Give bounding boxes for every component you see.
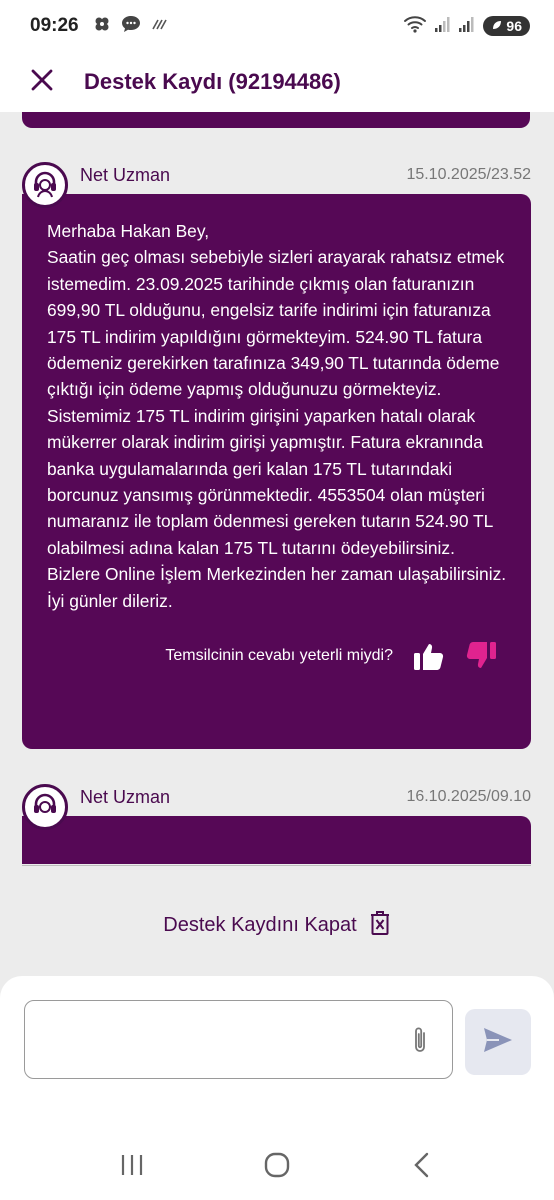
divider xyxy=(22,865,531,866)
sender-name: Net Uzman xyxy=(80,786,171,807)
thumbs-down-icon xyxy=(466,642,496,669)
battery-indicator: 96 xyxy=(483,16,530,36)
wifi-icon xyxy=(403,14,427,39)
chat-thread[interactable]: Net Uzman 15.10.2025/23.52 Merhaba Hakan… xyxy=(0,112,554,864)
recent-apps-icon xyxy=(122,1155,143,1175)
signal-icon xyxy=(435,15,451,38)
send-button[interactable] xyxy=(465,1009,531,1075)
home-button[interactable] xyxy=(247,1140,307,1190)
nfc-icon xyxy=(151,17,169,36)
battery-level: 96 xyxy=(506,18,522,34)
close-button[interactable] xyxy=(22,62,62,102)
headset-agent-icon xyxy=(29,789,61,826)
signal-icon xyxy=(459,15,475,38)
message-timestamp: 15.10.2025/23.52 xyxy=(406,166,531,183)
message-bubble xyxy=(22,816,531,864)
trash-x-icon xyxy=(369,910,391,941)
status-bar: 09:26 96 xyxy=(0,0,554,52)
recent-apps-button[interactable] xyxy=(102,1140,162,1190)
chat-icon xyxy=(121,15,141,38)
pinwheel-icon xyxy=(93,15,111,38)
page-title: Destek Kaydı (92194486) xyxy=(84,69,341,94)
sender-name: Net Uzman xyxy=(80,164,171,185)
thumbs-up-button[interactable] xyxy=(411,638,447,674)
status-time: 09:26 xyxy=(30,15,79,36)
close-ticket-label: Destek Kaydını Kapat xyxy=(163,914,357,936)
message-bubble: Merhaba Hakan Bey, Saatin geç olması seb… xyxy=(22,194,531,749)
feedback-question: Temsilcinin cevabı yeterli miydi? xyxy=(165,647,393,665)
message-timestamp: 16.10.2025/09.10 xyxy=(406,788,531,805)
paperclip-icon[interactable] xyxy=(408,1025,432,1057)
close-ticket-button[interactable]: Destek Kaydını Kapat xyxy=(0,910,554,941)
feedback-row: Temsilcinin cevabı yeterli miydi? xyxy=(22,614,531,674)
back-button[interactable] xyxy=(392,1140,452,1190)
message-input-container xyxy=(24,1000,453,1079)
previous-message-bubble xyxy=(22,112,530,128)
thumbs-up-icon xyxy=(414,644,444,671)
app-header: Destek Kaydı (92194486) xyxy=(0,52,554,112)
back-icon xyxy=(413,1152,428,1178)
send-icon xyxy=(482,1026,514,1059)
thumbs-down-button[interactable] xyxy=(463,638,499,674)
system-nav-bar xyxy=(0,1130,554,1200)
home-icon xyxy=(264,1152,290,1178)
battery-icon xyxy=(491,18,503,34)
message-text: Merhaba Hakan Bey, Saatin geç olması seb… xyxy=(47,221,507,611)
agent-avatar xyxy=(22,162,68,208)
close-icon xyxy=(31,69,53,96)
headset-agent-icon xyxy=(29,167,61,204)
message-input[interactable] xyxy=(37,1005,407,1075)
agent-avatar xyxy=(22,784,68,830)
